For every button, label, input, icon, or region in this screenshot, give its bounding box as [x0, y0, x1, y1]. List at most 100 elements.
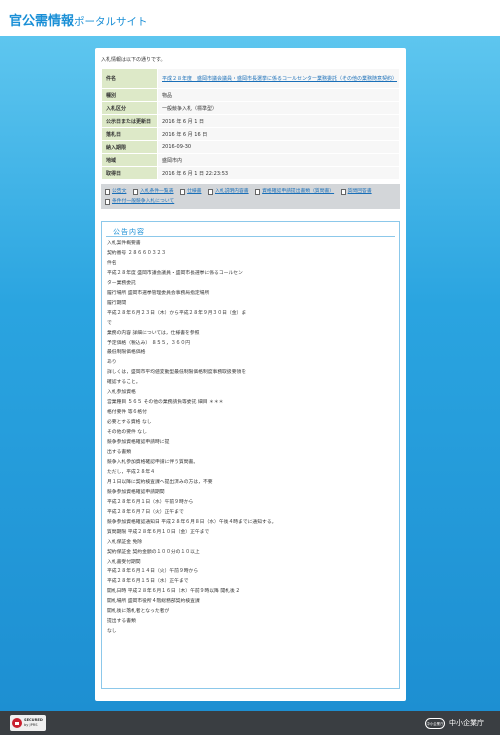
- info-value: 盛岡市内: [157, 153, 400, 167]
- doc-link[interactable]: 入札説明内容書: [215, 189, 249, 194]
- notice-line: ター業務委託: [107, 280, 136, 286]
- agency-mark-icon: 中小企業庁: [425, 717, 445, 729]
- document-icon: [105, 188, 110, 195]
- agency-logo[interactable]: 中小企業庁 中小企業庁: [425, 716, 484, 730]
- document-icon: [132, 188, 138, 195]
- notice-line: 格付要件 等６格付: [107, 410, 147, 416]
- notice-line: 件名: [107, 260, 117, 266]
- notice-line: 契約保証金 契約金額の１００分の１０以上: [107, 549, 200, 555]
- secured-seal[interactable]: SECURED by JPRS: [10, 715, 46, 731]
- notice-line: 予定価格（税込み） ８５５，３６０円: [107, 340, 191, 346]
- notice-line: あり: [107, 360, 117, 366]
- site-header: 官公需情報ポータルサイト: [0, 0, 500, 36]
- notice-line: 平成２８年６月１４日（火）午前９時から: [107, 569, 199, 575]
- seal-line-2: by JPRS: [24, 723, 38, 727]
- info-value: 一般競争入札（標準型）: [157, 101, 400, 115]
- info-row: 落札日 2016 年 6 月 16 日: [101, 127, 400, 141]
- info-row: 地域 盛岡市内: [101, 153, 400, 167]
- notice-line: 確認すること。: [107, 380, 141, 386]
- notice-line: 履行期間: [107, 300, 127, 306]
- info-row: 件名 平成２８年度 盛岡市議会議員・盛岡市長選挙に係るコールセンター業務委託（そ…: [101, 68, 400, 89]
- doc-link-item[interactable]: 公告文: [105, 187, 126, 197]
- lock-icon: [12, 718, 22, 728]
- notice-line: 必要とする資格 なし: [107, 420, 152, 426]
- info-key: 入札区分: [101, 101, 158, 115]
- notice-line: 競争入札参加資格確認申請に伴う質問書。: [107, 459, 199, 465]
- notice-line: その他の要件 なし: [107, 430, 147, 436]
- document-links-bar: 公告文 入札条件一覧表 仕様書 入札説明内容書 資格確認申請提出書類（質問書） …: [101, 184, 400, 209]
- info-value: 物品: [157, 88, 400, 102]
- doc-link[interactable]: 公告文: [112, 189, 126, 194]
- doc-link[interactable]: 条件付一般競争入札について: [112, 199, 174, 204]
- info-key: 種別: [101, 88, 158, 102]
- seal-line-1: SECURED: [24, 718, 43, 722]
- doc-link-item[interactable]: 入札条件一覧表: [132, 187, 174, 197]
- doc-link[interactable]: 質問回答書: [348, 189, 372, 194]
- notice-line: 開札日時 平成２８年６月１６日（木）午前９時以降 開札後 2: [107, 589, 240, 595]
- intro-text: 入札情報は以下の通りです。: [101, 57, 166, 63]
- notice-line: 提出する書類: [107, 619, 136, 625]
- notice-line: 契約番号 ２８６６０３２３: [107, 250, 167, 256]
- notice-line: 平成２８年６月１日（水）午前９時から: [107, 499, 194, 505]
- notice-line: 開札後に落札者となった者が: [107, 609, 170, 615]
- info-row: 入札区分 一般競争入札（標準型）: [101, 101, 400, 115]
- notice-line: 入札案件概要書: [107, 241, 141, 246]
- logo-main-text: 官公需情報: [9, 14, 75, 29]
- agency-name: 中小企業庁: [449, 719, 484, 727]
- doc-link[interactable]: 入札条件一覧表: [140, 189, 174, 194]
- info-key: 取得日: [101, 166, 158, 180]
- notice-line: 平成２８年６月１５日（水）正午まで: [107, 579, 189, 585]
- notice-line: 入札書受付期間: [107, 559, 141, 565]
- info-value: 2016 年 6 月 16 日: [157, 127, 400, 141]
- notice-line: 履行場所 盛岡市選挙管理委員会事務局指定場所: [107, 290, 210, 296]
- notice-line: 平成２８年６月７日（火）正午まで: [107, 509, 184, 515]
- notice-line: 平成２８年度 盛岡市議会議員・盛岡市長選挙に係るコールセン: [107, 270, 243, 276]
- info-key: 地域: [101, 153, 158, 167]
- doc-link-item[interactable]: 入札説明内容書: [208, 187, 249, 197]
- notice-line: 月１日以降に契約検査課へ提出済みの方は，不要: [107, 479, 213, 485]
- doc-link[interactable]: 資格確認申請提出書類（質問書）: [262, 189, 334, 194]
- notice-line: 出する書類: [107, 450, 131, 456]
- notice-line: 入札保証金 免除: [107, 539, 143, 545]
- notice-line: 最低制限価格価格: [107, 350, 146, 356]
- notice-divider: [106, 236, 395, 237]
- title-link[interactable]: 平成２８年度 盛岡市議会議員・盛岡市長選挙に係るコールセンター業務委託（その他の…: [162, 76, 397, 82]
- notice-line: 競争参加資格確認通知日 平成２８年６月８日（水）午後４時までに通知する。: [107, 519, 277, 525]
- doc-link[interactable]: 仕様書: [187, 189, 201, 194]
- document-icon: [105, 198, 110, 205]
- info-row: 種別 物品: [101, 88, 400, 102]
- info-key: 落札日: [101, 127, 158, 141]
- notice-line: で: [107, 320, 112, 326]
- notice-line: 入札参加資格: [107, 390, 136, 396]
- notice-line: 質問期限 平成２８年６月１０日（金）正午まで: [107, 529, 210, 535]
- info-value: 2016-09-30: [157, 140, 400, 154]
- document-icon: [208, 188, 213, 195]
- document-icon: [255, 188, 261, 195]
- doc-link-item[interactable]: 仕様書: [180, 187, 201, 197]
- info-row: 公示日または更新日 2016 年 6 月 1 日: [101, 114, 400, 128]
- info-key: 公示日または更新日: [101, 114, 158, 128]
- notice-line: なし: [107, 629, 117, 635]
- notice-line: ただし，平成２８年４: [107, 469, 155, 475]
- notice-line: 営業種目 ５６５ その他の業務請負等委託 細目 ＊＊＊: [107, 400, 224, 406]
- info-value: 平成２８年度 盛岡市議会議員・盛岡市長選挙に係るコールセンター業務委託（その他の…: [157, 68, 400, 89]
- logo-sub-text: ポータルサイト: [74, 16, 148, 28]
- info-value: 2016 年 6 月 1 日 22:23:53: [157, 166, 400, 180]
- info-row: 納入期限 2016-09-30: [101, 140, 400, 154]
- notice-line: 平成２８年６月２３日（木）から平成２８年９月３０日（金）ま: [107, 310, 247, 316]
- notice-line: 競争参加資格確認申請期間: [107, 489, 165, 495]
- document-icon: [340, 188, 346, 195]
- notice-line: 業務の内容 詳細については，仕様書を参照: [107, 330, 200, 336]
- doc-link-item[interactable]: 資格確認申請提出書類（質問書）: [255, 187, 334, 197]
- site-logo[interactable]: 官公需情報ポータルサイト: [9, 10, 148, 29]
- notice-body: 入札案件概要書契約番号 ２８６６０３２３ 件名平成２８年度 盛岡市議会議員・盛岡市…: [107, 239, 397, 637]
- doc-link-item[interactable]: 条件付一般競争入札について: [105, 197, 174, 207]
- bid-info-table: 件名 平成２８年度 盛岡市議会議員・盛岡市長選挙に係るコールセンター業務委託（そ…: [101, 68, 400, 180]
- info-key: 納入期限: [101, 140, 158, 154]
- info-key: 件名: [101, 68, 158, 89]
- info-value: 2016 年 6 月 1 日: [157, 114, 400, 128]
- doc-link-item[interactable]: 質問回答書: [340, 187, 372, 197]
- document-icon: [180, 188, 186, 195]
- notice-line: 詳しくは，盛岡市平均値変動型最低制限価格制度事務取扱要領を: [107, 370, 247, 376]
- notice-line: 開札場所 盛岡市役所４階総務部契約検査課: [107, 599, 200, 605]
